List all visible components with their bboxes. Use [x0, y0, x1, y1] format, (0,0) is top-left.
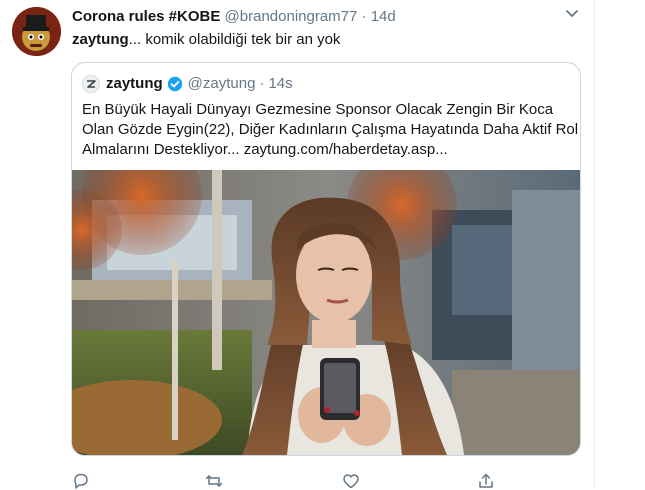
quoted-author-name[interactable]: zaytung	[106, 75, 163, 93]
avatar[interactable]	[12, 7, 61, 56]
quoted-photo[interactable]	[72, 170, 580, 455]
mention-link[interactable]: zaytung	[72, 31, 129, 48]
quoted-time[interactable]: 14s	[268, 75, 292, 93]
retweet-icon[interactable]	[205, 472, 223, 490]
like-icon[interactable]	[342, 472, 360, 490]
quoted-author-handle[interactable]: @zaytung	[188, 75, 256, 93]
separator: ·	[361, 8, 367, 25]
tweet-text: zaytung... komik olabildiği tek bir an y…	[72, 31, 340, 49]
author-name[interactable]: Corona rules #KOBE	[72, 8, 220, 25]
quoted-text-line[interactable]: Almalarını Destekliyor... zaytung.com/ha…	[82, 140, 572, 160]
chevron-down-icon[interactable]	[565, 9, 579, 19]
tweet-actions	[0, 466, 645, 490]
column-divider	[594, 0, 595, 487]
quoted-tweet-card[interactable]: zaytung @zaytung · 14s En Büyük Hayali D…	[71, 62, 581, 456]
tweet-text-body: ... komik olabildiği tek bir an yok	[128, 31, 341, 48]
tweet-time[interactable]: 14d	[371, 8, 396, 25]
verified-badge-icon	[167, 76, 182, 92]
share-icon[interactable]	[477, 472, 495, 490]
tweet-header: Corona rules #KOBE @brandoningram77 · 14…	[72, 8, 396, 26]
reply-icon[interactable]	[72, 472, 90, 490]
quoted-avatar	[82, 75, 100, 93]
quoted-text-line: Olan Gözde Eygin(22), Diğer Kadınların Ç…	[82, 121, 579, 138]
quoted-tweet-header: zaytung @zaytung · 14s	[82, 75, 293, 93]
quoted-tweet-text: En Büyük Hayali Dünyayı Gezmesine Sponso…	[82, 100, 579, 160]
quoted-text-line: En Büyük Hayali Dünyayı Gezmesine Sponso…	[82, 101, 554, 118]
quoted-separator: ·	[259, 75, 265, 92]
author-handle[interactable]: @brandoningram77	[225, 8, 358, 25]
